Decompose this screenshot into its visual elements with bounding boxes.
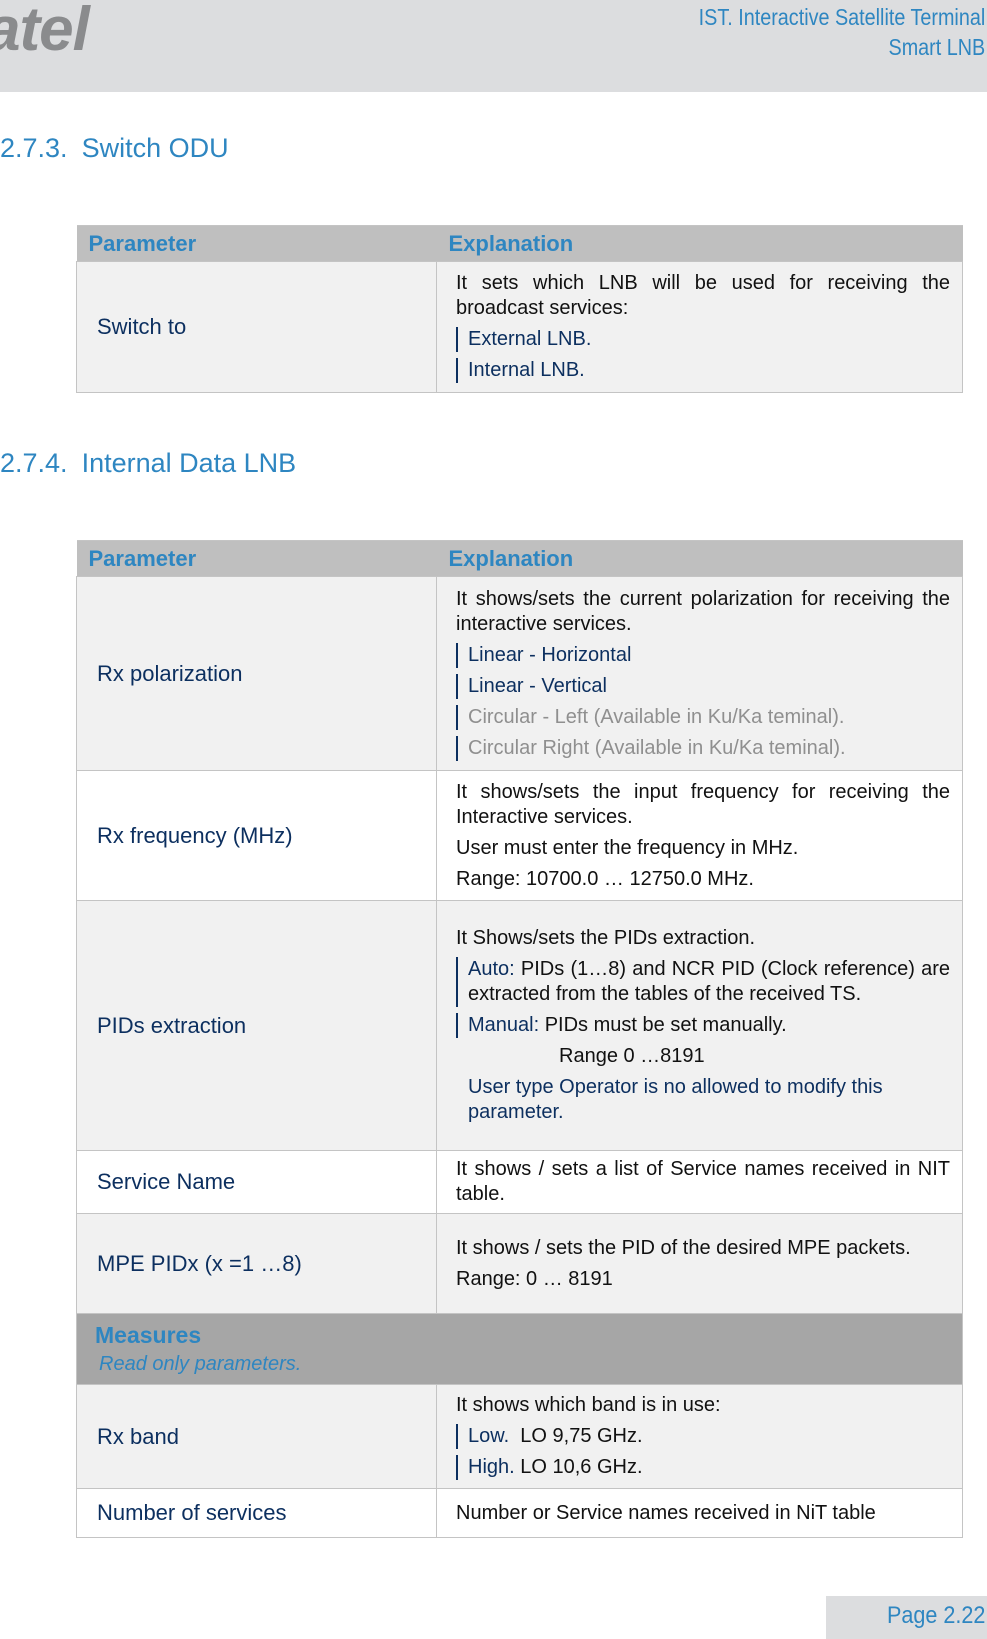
explanation-text: It shows/sets the current polarization f… [456,587,950,635]
explanation-text: It shows / sets a list of Service names … [456,1158,950,1205]
page-footer: Page 2.22 [826,1596,987,1639]
section-number: 2.7.3. [0,133,68,163]
explanation-line: User must enter the frequency in MHz. [456,836,799,859]
document-title-line2: Smart LNB [888,34,985,60]
table-row: Rx band It shows which band is in use: L… [76,1384,963,1489]
explanation-text: It Shows/sets the PIDs extraction. [456,927,756,949]
option-low-band: Low. LO 9,75 GHz. [456,1424,950,1449]
option-label: Low. [468,1425,510,1447]
option-internal-lnb: Internal LNB. [456,358,950,383]
internal-data-lnb-table: Parameter Explanation Rx polarization It… [76,540,963,1538]
page-header: atel IST. Interactive Satellite Terminal… [0,0,987,92]
param-name: Rx band [76,1384,437,1489]
param-explanation: It shows/sets the current polarization f… [436,576,963,771]
page-number: Page 2.22 [886,1602,985,1629]
option-label: High. [468,1456,515,1478]
param-name: MPE PIDx (x =1 …8) [76,1213,437,1314]
option-label: Manual: [468,1014,540,1036]
range-text: Range: 0 … 8191 [456,1267,613,1290]
option-label: Auto: [468,958,515,980]
param-name: Switch to [76,261,437,393]
document-title: IST. Interactive Satellite Terminal Smar… [698,2,985,62]
param-explanation: Number or Service names received in NiT … [436,1488,963,1538]
column-header-explanation: Explanation [436,540,963,577]
measures-title: Measures [95,1322,202,1348]
table-row: Number of services Number or Service nam… [76,1488,963,1538]
measures-header: Measures Read only parameters. [76,1313,963,1385]
table-row: Service Name It shows / sets a list of S… [76,1150,963,1214]
option-auto: Auto: PIDs (1…8) and NCR PID (Clock refe… [456,957,950,1007]
param-explanation: It shows which band is in use: Low. LO 9… [436,1384,963,1489]
column-header-parameter: Parameter [76,540,437,577]
measures-subtitle: Read only parameters. [99,1353,302,1375]
section-title: Switch ODU [81,133,229,163]
param-name: Number of services [76,1488,437,1538]
explanation-text: It sets which LNB will be used for recei… [456,272,950,319]
param-name: PIDs extraction [76,900,437,1151]
column-header-explanation: Explanation [436,225,963,262]
section-heading-internal-data-lnb: 2.7.4. Internal Data LNB [0,448,296,479]
option-text: LO 10,6 GHz. [520,1456,643,1478]
section-title: Internal Data LNB [81,448,297,478]
option-text: PIDs must be set manually. [544,1014,787,1036]
param-explanation: It Shows/sets the PIDs extraction. Auto:… [436,900,963,1151]
switch-odu-table: Parameter Explanation Switch to It sets … [76,225,963,393]
option-text: LO 9,75 GHz. [520,1425,643,1447]
option-circular-left: Circular - Left (Available in Ku/Ka temi… [456,704,950,730]
range-text: Range: 10700.0 … 12750.0 MHz. [456,867,754,890]
operator-note: User type Operator is no allowed to modi… [468,1076,883,1123]
measures-header-row: Measures Read only parameters. [76,1313,963,1385]
option-external-lnb: External LNB. [456,327,950,352]
param-explanation: It shows/sets the input frequency for re… [436,770,963,901]
section-heading-switch-odu: 2.7.3. Switch ODU [0,133,229,164]
option-linear-vertical: Linear - Vertical [456,673,950,699]
table-row: Rx polarization It shows/sets the curren… [76,576,963,771]
table-row: Switch to It sets which LNB will be used… [76,261,963,393]
column-header-parameter: Parameter [76,225,437,262]
param-explanation: It shows / sets a list of Service names … [436,1150,963,1214]
option-text: PIDs (1…8) and NCR PID (Clock reference)… [468,958,950,1005]
company-logo: atel [0,0,90,64]
table-row: Rx frequency (MHz) It shows/sets the inp… [76,770,963,901]
range-text: Range 0 …8191 [559,1045,705,1067]
param-name: Rx polarization [76,576,437,771]
table-row: MPE PIDx (x =1 …8) It shows / sets the P… [76,1213,963,1314]
param-explanation: It sets which LNB will be used for recei… [436,261,963,393]
document-title-line1: IST. Interactive Satellite Terminal [698,4,985,30]
table-row: PIDs extraction It Shows/sets the PIDs e… [76,900,963,1151]
option-high-band: High. LO 10,6 GHz. [456,1455,950,1480]
param-name: Service Name [76,1150,437,1214]
explanation-text: It shows which band is in use: [456,1394,721,1416]
section-number: 2.7.4. [0,448,68,478]
explanation-text: It shows/sets the input frequency for re… [456,780,950,828]
option-circular-right: Circular Right (Available in Ku/Ka temin… [456,735,950,761]
param-explanation: It shows / sets the PID of the desired M… [436,1213,963,1314]
param-name: Rx frequency (MHz) [76,770,437,901]
option-linear-horizontal: Linear - Horizontal [456,642,950,668]
explanation-text: It shows / sets the PID of the desired M… [456,1236,911,1259]
option-manual: Manual: PIDs must be set manually. [456,1013,950,1038]
